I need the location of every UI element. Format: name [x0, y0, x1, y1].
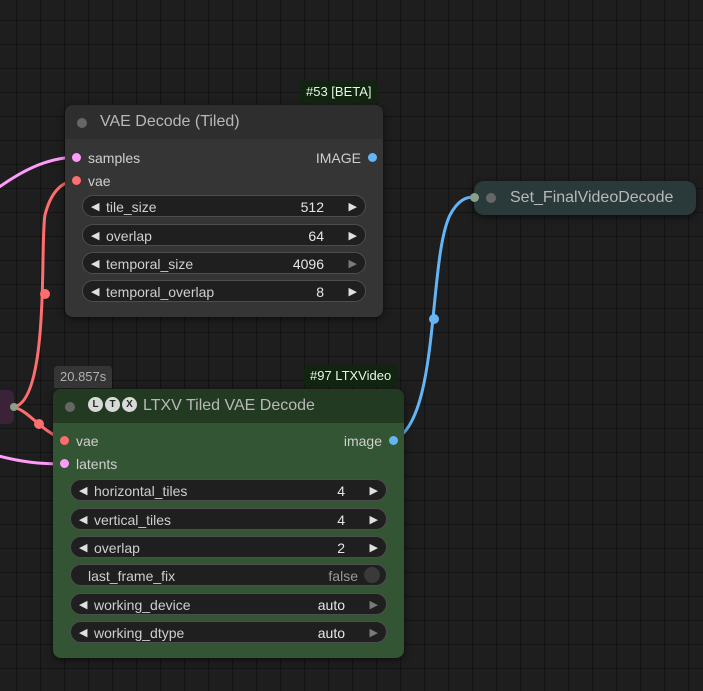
widget-value: auto: [317, 625, 345, 641]
ltxv-tiled-vae-decode-node[interactable]: L T X LTXV Tiled VAE Decode vae image la…: [53, 389, 404, 658]
widget-label: vertical_tiles: [94, 512, 172, 528]
widget-value: auto: [317, 597, 345, 613]
widget-last-frame-fix[interactable]: last_frame_fix false: [70, 564, 387, 586]
widget-label: temporal_overlap: [106, 284, 215, 300]
ltx-logo-icon: X: [122, 397, 137, 412]
set-final-video-decode-node[interactable]: Set_FinalVideoDecode: [470, 181, 696, 215]
widget-value: 2: [337, 540, 345, 556]
upstream-node-stub[interactable]: [0, 390, 14, 424]
widget-label: overlap: [106, 228, 152, 244]
node-title: Set_FinalVideoDecode: [510, 189, 674, 206]
collapse-dot-icon[interactable]: [77, 118, 87, 128]
decrement-arrow-icon[interactable]: ◀: [79, 622, 87, 644]
input-label: vae: [88, 173, 111, 189]
widget-temporal-overlap[interactable]: ◀ temporal_overlap 8 ▶: [82, 280, 366, 302]
widget-value: false: [328, 568, 358, 584]
increment-arrow-icon[interactable]: ▶: [370, 509, 378, 531]
wire-reroute-dot[interactable]: [429, 314, 439, 324]
wire-reroute-dot[interactable]: [40, 289, 50, 299]
wire-image-to-set-node[interactable]: [393, 195, 475, 442]
socket-input-icon[interactable]: [470, 193, 479, 202]
decrement-arrow-icon[interactable]: ◀: [79, 594, 87, 616]
widget-working-dtype[interactable]: ◀ working_dtype auto ▶: [70, 621, 387, 643]
output-image[interactable]: image: [323, 432, 398, 450]
ltx-logo-icon: L: [88, 397, 103, 412]
node-id-badge: #53 [BETA]: [300, 81, 378, 103]
increment-arrow-icon[interactable]: ▶: [370, 594, 378, 616]
widget-label: working_dtype: [94, 625, 185, 641]
socket-latent-icon[interactable]: [60, 459, 69, 468]
widget-label: overlap: [94, 540, 140, 556]
widget-working-device[interactable]: ◀ working_device auto ▶: [70, 593, 387, 615]
socket-vae-icon[interactable]: [60, 436, 69, 445]
toggle-off-icon[interactable]: [364, 567, 380, 583]
widget-label: tile_size: [106, 199, 157, 215]
decrement-arrow-icon[interactable]: ◀: [91, 281, 99, 303]
widget-value: 4096: [292, 256, 324, 272]
widget-temporal-size[interactable]: ◀ temporal_size 4096 ▶: [82, 252, 366, 274]
socket-image-icon[interactable]: [389, 436, 398, 445]
widget-label: working_device: [94, 597, 191, 613]
widget-value: 4: [337, 483, 345, 499]
increment-arrow-icon[interactable]: ▶: [349, 253, 357, 275]
vae-decode-tiled-node[interactable]: VAE Decode (Tiled) samples IMAGE vae ◀ t…: [65, 105, 383, 317]
increment-arrow-icon[interactable]: ▶: [370, 622, 378, 644]
increment-arrow-icon[interactable]: ▶: [370, 537, 378, 559]
decrement-arrow-icon[interactable]: ◀: [79, 537, 87, 559]
widget-value: 512: [300, 199, 324, 215]
widget-label: horizontal_tiles: [94, 483, 188, 499]
input-label: latents: [76, 456, 118, 472]
decrement-arrow-icon[interactable]: ◀: [91, 225, 99, 247]
widget-tile-size[interactable]: ◀ tile_size 512 ▶: [82, 195, 366, 217]
output-label: image: [343, 433, 382, 449]
node-title: LTXV Tiled VAE Decode: [143, 397, 315, 414]
widget-vertical-tiles[interactable]: ◀ vertical_tiles 4 ▶: [70, 508, 387, 530]
node-title-bar[interactable]: L T X LTXV Tiled VAE Decode: [53, 389, 404, 423]
widget-horizontal-tiles[interactable]: ◀ horizontal_tiles 4 ▶: [70, 479, 387, 501]
widget-value: 8: [316, 284, 324, 300]
node-id-badge: #97 LTXVideo: [304, 365, 398, 387]
output-image[interactable]: IMAGE: [305, 149, 377, 167]
upstream-output-socket[interactable]: [10, 403, 18, 411]
input-label: vae: [76, 433, 99, 449]
node-title: VAE Decode (Tiled): [100, 113, 240, 130]
collapse-dot-icon[interactable]: [486, 193, 496, 203]
input-label: samples: [88, 150, 141, 166]
increment-arrow-icon[interactable]: ▶: [370, 480, 378, 502]
increment-arrow-icon[interactable]: ▶: [349, 225, 357, 247]
output-label: IMAGE: [315, 150, 361, 166]
decrement-arrow-icon[interactable]: ◀: [91, 196, 99, 218]
node-title-bar[interactable]: VAE Decode (Tiled): [65, 105, 383, 139]
widget-value: 4: [337, 512, 345, 528]
widget-label: temporal_size: [106, 256, 194, 272]
widget-overlap[interactable]: ◀ overlap 2 ▶: [70, 536, 387, 558]
increment-arrow-icon[interactable]: ▶: [349, 196, 357, 218]
increment-arrow-icon[interactable]: ▶: [349, 281, 357, 303]
decrement-arrow-icon[interactable]: ◀: [91, 253, 99, 275]
socket-latent-icon[interactable]: [72, 153, 81, 162]
collapse-dot-icon[interactable]: [65, 402, 75, 412]
socket-vae-icon[interactable]: [72, 176, 81, 185]
widget-overlap[interactable]: ◀ overlap 64 ▶: [82, 224, 366, 246]
socket-image-icon[interactable]: [368, 153, 377, 162]
execution-time-badge: 20.857s: [54, 366, 113, 388]
wire-reroute-dot[interactable]: [34, 419, 44, 429]
decrement-arrow-icon[interactable]: ◀: [79, 480, 87, 502]
decrement-arrow-icon[interactable]: ◀: [79, 509, 87, 531]
ltx-logo-icon: T: [105, 397, 120, 412]
widget-value: 64: [308, 228, 324, 244]
widget-label: last_frame_fix: [88, 568, 176, 584]
